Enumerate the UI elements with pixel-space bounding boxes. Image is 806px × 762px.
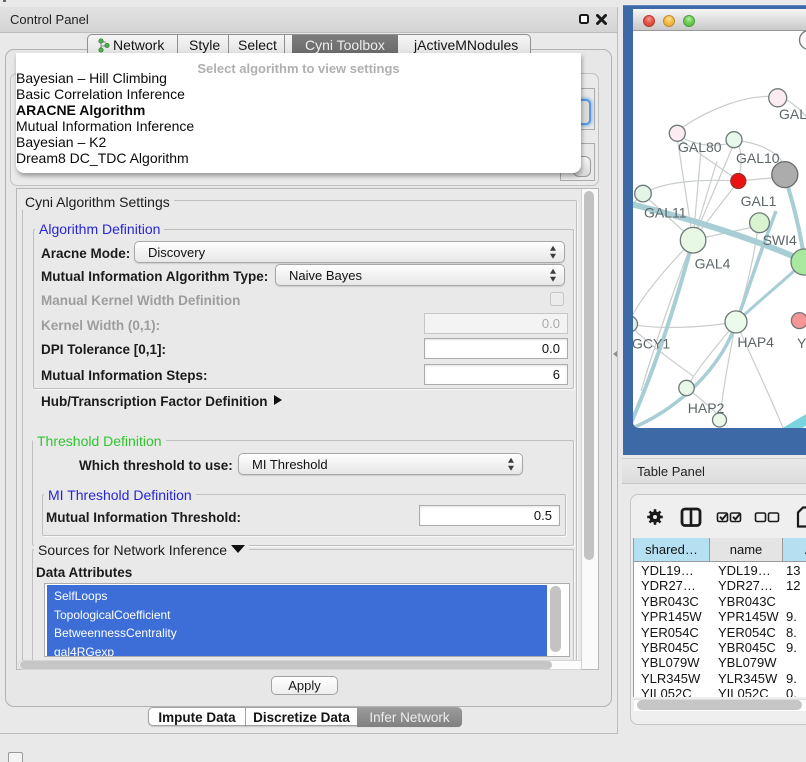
svg-text:HAP2: HAP2	[688, 400, 725, 416]
svg-text:SWI4: SWI4	[763, 232, 797, 248]
svg-text:GAL7: GAL7	[779, 106, 806, 122]
svg-text:GAL10: GAL10	[736, 150, 780, 166]
svg-text:GAL80: GAL80	[678, 139, 722, 155]
svg-text:GAL4: GAL4	[695, 256, 731, 272]
svg-text:GCY1: GCY1	[633, 336, 670, 352]
svg-text:GAL1: GAL1	[741, 193, 777, 209]
svg-text:GAL11: GAL11	[644, 205, 687, 221]
svg-text:Y: Y	[797, 335, 806, 351]
svg-text:HAP4: HAP4	[737, 334, 774, 350]
